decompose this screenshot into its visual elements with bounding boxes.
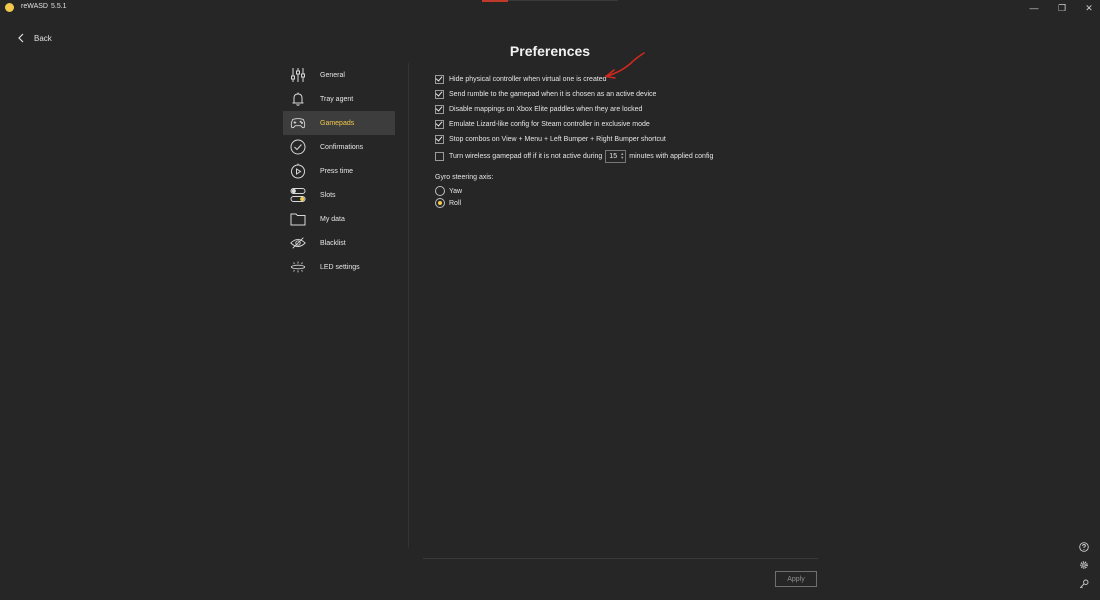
sidebar-item-label: My data xyxy=(320,215,345,223)
chevron-left-icon xyxy=(18,33,24,43)
option-label: Send rumble to the gamepad when it is ch… xyxy=(449,91,657,98)
wireless-label-before: Turn wireless gamepad off if it is not a… xyxy=(449,152,603,160)
sidebar-item-led-settings[interactable]: LED settings xyxy=(283,255,395,279)
app-logo xyxy=(5,3,14,12)
option-disable-paddles[interactable]: Disable mappings on Xbox Elite paddles w… xyxy=(435,102,835,117)
led-icon xyxy=(290,259,306,275)
checkbox-wireless-off[interactable] xyxy=(435,151,444,161)
sidebar-item-slots[interactable]: Slots xyxy=(283,183,395,207)
sidebar-item-label: Confirmations xyxy=(320,143,364,151)
option-label: Hide physical controller when virtual on… xyxy=(449,76,607,83)
title-bar: reWASD 5.5.1 — ❐ ✕ xyxy=(0,0,1100,16)
sidebar-item-label: Press time xyxy=(320,167,354,175)
sidebar-item-confirmations[interactable]: Confirmations xyxy=(283,135,395,159)
sidebar-item-label: LED settings xyxy=(320,263,360,271)
gamepads-settings: Hide physical controller when virtual on… xyxy=(435,72,835,209)
back-label: Back xyxy=(34,33,52,43)
gamepad-icon xyxy=(290,115,306,131)
title-bar-mark xyxy=(482,0,508,2)
checkbox-stop-combos[interactable] xyxy=(435,135,444,144)
radio-yaw[interactable] xyxy=(435,186,445,196)
timer-icon xyxy=(290,163,306,179)
sidebar-item-gamepads[interactable]: Gamepads xyxy=(283,111,395,135)
minutes-value: 15 xyxy=(609,152,618,160)
gyro-option-roll[interactable]: Roll xyxy=(435,197,835,209)
sidebar-item-blacklist[interactable]: Blacklist xyxy=(283,231,395,255)
close-button[interactable]: ✕ xyxy=(1079,1,1099,15)
restore-button[interactable]: ❐ xyxy=(1052,1,1072,15)
sidebar-item-label: Slots xyxy=(320,191,336,199)
app-version: 5.5.1 xyxy=(51,3,67,10)
option-send-rumble[interactable]: Send rumble to the gamepad when it is ch… xyxy=(435,87,835,102)
radio-label: Yaw xyxy=(449,187,463,195)
option-stop-combos[interactable]: Stop combos on View + Menu + Left Bumper… xyxy=(435,132,835,147)
sidebar-item-press-time[interactable]: Press time xyxy=(283,159,395,183)
page-title: Preferences xyxy=(509,43,591,59)
sliders-icon xyxy=(290,67,306,83)
option-label: Disable mappings on Xbox Elite paddles w… xyxy=(449,106,643,113)
radio-roll[interactable] xyxy=(435,198,445,208)
radio-label: Roll xyxy=(449,199,462,207)
eye-off-icon xyxy=(290,235,306,251)
minimize-button[interactable]: — xyxy=(1024,1,1044,15)
gyro-option-yaw[interactable]: Yaw xyxy=(435,185,835,197)
gear-icon[interactable] xyxy=(1078,559,1089,570)
sidebar-item-tray-agent[interactable]: Tray agent xyxy=(283,87,395,111)
checkbox-disable-paddles[interactable] xyxy=(435,105,444,114)
minutes-stepper[interactable]: 15 ▲ ▼ xyxy=(605,149,627,163)
help-icon[interactable] xyxy=(1078,541,1089,552)
apply-button[interactable]: Apply xyxy=(775,571,817,587)
sidebar-item-label: Blacklist xyxy=(320,239,346,247)
sidebar-item-label: Tray agent xyxy=(320,95,354,103)
checkbox-send-rumble[interactable] xyxy=(435,90,444,99)
bell-icon xyxy=(290,91,306,107)
sidebar: General Tray agent Gamepads Confirmation… xyxy=(283,63,395,279)
title-bar-line xyxy=(508,0,618,1)
option-label: Emulate Lizard-like config for Steam con… xyxy=(449,121,650,128)
sidebar-item-general[interactable]: General xyxy=(283,63,395,87)
sidebar-item-label: Gamepads xyxy=(320,119,355,127)
footer-divider xyxy=(423,558,818,559)
option-wireless-off[interactable]: Turn wireless gamepad off if it is not a… xyxy=(435,147,835,165)
stepper-arrows-icon[interactable]: ▲ ▼ xyxy=(620,151,624,161)
gyro-axis-heading: Gyro steering axis: xyxy=(435,174,494,181)
app-name: reWASD xyxy=(21,3,48,10)
sidebar-item-label: General xyxy=(320,71,345,79)
annotation-arrow-icon xyxy=(605,52,645,79)
sidebar-divider xyxy=(408,63,409,548)
option-emulate-lizard[interactable]: Emulate Lizard-like config for Steam con… xyxy=(435,117,835,132)
folder-icon xyxy=(290,211,306,227)
toggles-icon xyxy=(290,187,306,203)
checkbox-hide-physical[interactable] xyxy=(435,75,444,84)
wireless-label-after: minutes with applied config xyxy=(629,152,714,160)
option-label: Stop combos on View + Menu + Left Bumper… xyxy=(449,136,666,143)
checkbox-emulate-lizard[interactable] xyxy=(435,120,444,129)
sidebar-item-my-data[interactable]: My data xyxy=(283,207,395,231)
check-circle-icon xyxy=(290,139,306,155)
key-icon[interactable] xyxy=(1078,578,1089,589)
